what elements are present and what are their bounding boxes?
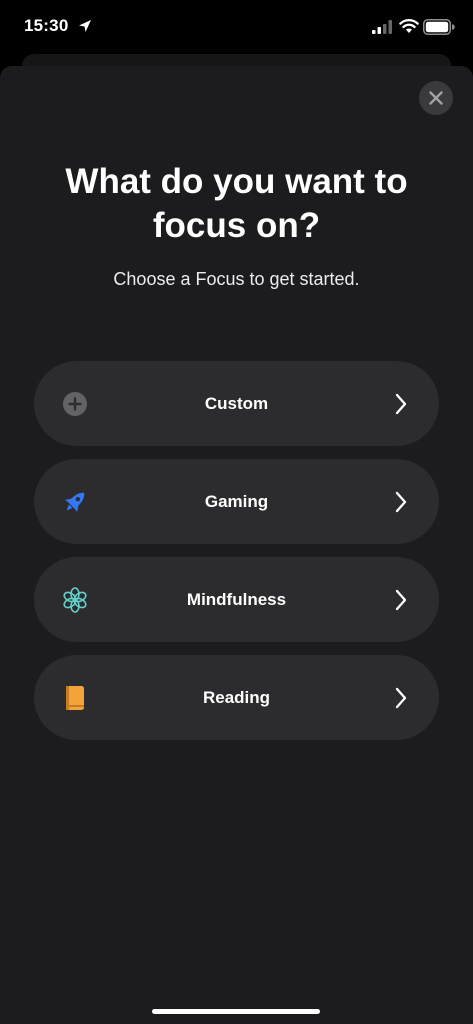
battery-icon — [423, 19, 455, 35]
focus-option-label: Gaming — [204, 492, 269, 511]
wifi-icon — [399, 19, 419, 33]
page-subtitle: Choose a Focus to get started. — [113, 269, 360, 289]
chevron-right-icon — [395, 393, 407, 415]
focus-option-mindfulness[interactable]: Mindfulness — [34, 557, 439, 642]
status-time: 15:30 — [24, 16, 69, 35]
book-icon — [66, 686, 84, 710]
page-title: What do you want to focus on? — [65, 162, 408, 245]
focus-option-label: Mindfulness — [186, 590, 287, 609]
chevron-right-icon — [395, 687, 407, 709]
focus-option-reading[interactable]: Reading — [34, 655, 439, 740]
cellular-signal-icon — [372, 20, 392, 34]
flower-icon — [63, 587, 87, 613]
focus-option-gaming[interactable]: Gaming — [34, 459, 439, 544]
chevron-right-icon — [395, 491, 407, 513]
close-button[interactable] — [419, 81, 453, 115]
focus-option-label: Reading — [202, 688, 271, 707]
status-bar: 15:30 — [0, 0, 473, 54]
focus-options-list: Custom Gaming Mindfulness Reading — [34, 361, 439, 753]
focus-option-label: Custom — [204, 394, 269, 413]
chevron-right-icon — [395, 589, 407, 611]
location-arrow-icon — [79, 20, 91, 32]
rocket-icon — [65, 492, 85, 512]
focus-option-custom[interactable]: Custom — [34, 361, 439, 446]
home-indicator[interactable] — [152, 1009, 320, 1014]
plus-circle-icon — [63, 392, 87, 416]
close-icon — [429, 91, 443, 105]
